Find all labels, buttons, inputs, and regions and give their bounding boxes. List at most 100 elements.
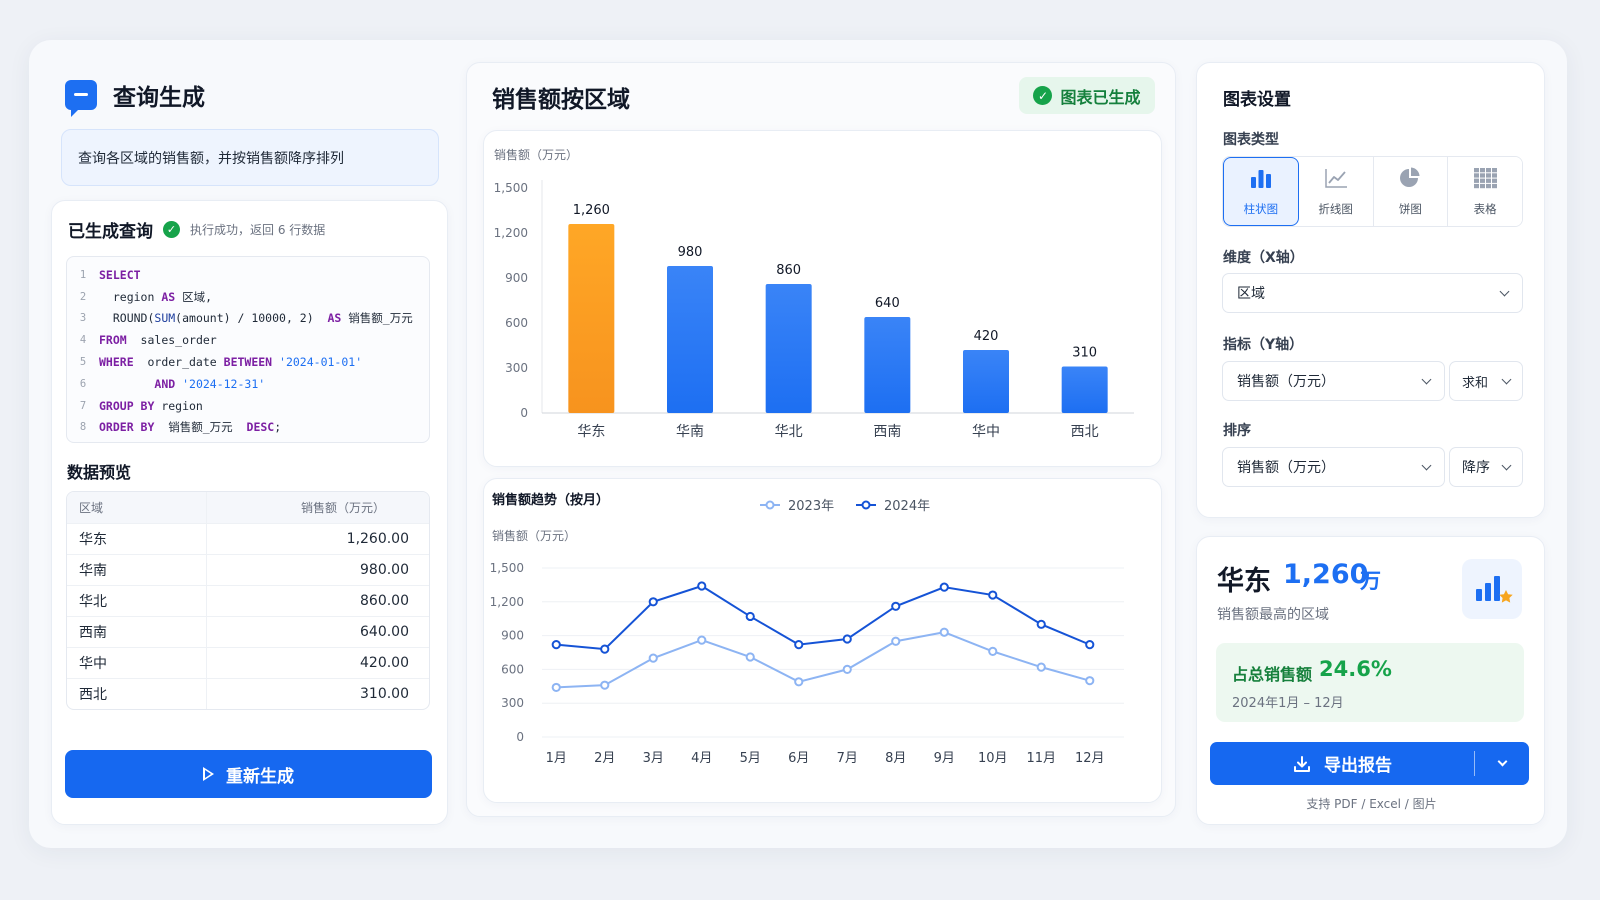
top-region-value: 1,260: [1283, 559, 1369, 590]
data-point-2024年: [697, 581, 707, 591]
table-header-region[interactable]: 区域: [67, 492, 207, 523]
x-tick-label: 2月: [594, 751, 615, 766]
sql-code-block[interactable]: 1 SELECT 2 region AS 区域, 3 ROUND(SUM (amount…: [66, 256, 430, 443]
data-point-2023年: [1036, 662, 1046, 672]
chart-type-label: 表格: [1473, 202, 1497, 216]
chevron-down-icon: [1421, 374, 1432, 384]
data-point-2023年: [842, 664, 852, 674]
data-point-2023年: [551, 682, 561, 693]
bar-chart-icon: [1248, 166, 1274, 193]
y-tick-label: 1,500: [494, 181, 528, 195]
bar-华东: [568, 224, 615, 413]
table-icon: [1472, 166, 1498, 193]
chart-type-table[interactable]: 表格: [1448, 157, 1522, 226]
sql-token: 销售额_万元: [154, 420, 247, 435]
regenerate-button[interactable]: 重新生成: [65, 750, 432, 798]
metric-select[interactable]: 销售额（万元）: [1222, 361, 1445, 401]
table-cell-sales: 1,260.00: [346, 531, 409, 547]
bar-华南: [667, 266, 713, 413]
legend-label: 2023年: [788, 499, 834, 514]
table-row[interactable]: 西北 310.00: [67, 678, 429, 709]
x-tick-label: 西北: [1071, 424, 1099, 440]
data-point-2023年: [1085, 676, 1095, 686]
x-tick-label: 华中: [972, 424, 1000, 440]
success-check-icon: ✓: [1033, 86, 1053, 105]
sql-line: 4 FROM sales_order: [67, 329, 429, 351]
generated-query-title: 已生成查询: [68, 222, 153, 242]
series-line-2024年: [556, 584, 1091, 651]
line-chart-card: 销售额趋势（按月） 销售额（万元） 2023年 2024年 0 300 600 900 1,20…: [483, 478, 1162, 803]
bar-chart[interactable]: 销售额（万元） 0 300 600 900 1,200 1,500 1,260 华东 980 华南 8…: [484, 131, 1163, 468]
y-tick-label: 0: [520, 406, 528, 420]
table-row[interactable]: 华中 420.00: [67, 647, 429, 678]
legend-marker-2023年: [765, 500, 775, 510]
sql-token: ;: [274, 420, 282, 435]
table-header-sales[interactable]: 销售额（万元）: [207, 499, 429, 516]
chevron-down-icon: [1501, 460, 1512, 470]
chart-settings-panel: 图表设置 图表类型 柱状图 折线图 饼图 表格 维度（X轴） 区域 指标（Y轴） 销售…: [1196, 62, 1545, 518]
x-tick-label: 11月: [1026, 751, 1056, 766]
data-point-2023年: [600, 680, 610, 690]
chart-generated-label: 图表已生成: [1060, 87, 1141, 107]
x-tick-label: 西南: [873, 424, 901, 440]
line-number: 2: [79, 290, 87, 303]
y-tick-label: 600: [501, 662, 524, 676]
data-preview-table: 区域 销售额（万元） 华东 1,260.00 华南 980.00 华北 860.00 西南 6…: [66, 491, 430, 710]
highlight-card: 华东 1,260 万 销售额最高的区域 占总销售额 24.6% 2024年1月 …: [1196, 536, 1545, 825]
table-cell-region: 华北: [67, 586, 207, 616]
sort-field-select[interactable]: 销售额（万元）: [1222, 447, 1445, 487]
success-check-icon: ✓: [163, 221, 180, 238]
line-chart[interactable]: 销售额趋势（按月） 销售额（万元） 2023年 2024年 0 300 600 900 1,20…: [484, 479, 1163, 804]
sort-field-value: 销售额（万元）: [1237, 460, 1335, 476]
x-tick-label: 4月: [691, 751, 712, 766]
x-tick-label: 8月: [885, 751, 906, 766]
table-cell-region: 华东: [67, 524, 207, 554]
table-cell-region: 华中: [67, 648, 207, 678]
table-cell-sales: 640.00: [360, 624, 409, 640]
sql-token: SUM: [154, 311, 176, 326]
y-tick-label: 1,500: [490, 561, 524, 575]
table-cell-region: 西北: [67, 679, 207, 709]
export-main-action[interactable]: 导出报告: [1210, 742, 1474, 785]
bar-value-label: 640: [875, 296, 900, 311]
chart-type-line-chart[interactable]: 折线图: [1298, 157, 1374, 226]
sql-token: FROM: [99, 333, 127, 348]
x-tick-label: 3月: [643, 751, 664, 766]
sort-order-select[interactable]: 降序: [1449, 447, 1523, 487]
chart-type-pie-chart[interactable]: 饼图: [1373, 157, 1449, 226]
export-report-button[interactable]: 导出报告: [1210, 742, 1529, 785]
chat-icon: [65, 80, 97, 117]
data-point-2024年: [1036, 619, 1046, 629]
download-icon: [1294, 755, 1310, 772]
x-tick-label: 9月: [934, 751, 955, 766]
table-cell-sales: 310.00: [360, 686, 409, 702]
chevron-down-icon: [1497, 756, 1507, 767]
sql-token: WHERE: [99, 355, 134, 370]
legend-label: 2024年: [884, 499, 930, 514]
table-row[interactable]: 华南 980.00: [67, 554, 429, 585]
data-point-2023年: [988, 646, 998, 656]
pie-chart-icon: [1397, 166, 1423, 193]
dimension-select[interactable]: 区域: [1222, 273, 1523, 313]
table-cell-region: 华南: [67, 555, 207, 585]
table-cell-sales: 420.00: [360, 655, 409, 671]
table-row[interactable]: 华北 860.00: [67, 585, 429, 616]
sql-token: AND: [154, 376, 176, 391]
data-point-2024年: [939, 582, 949, 592]
table-row[interactable]: 华东 1,260.00: [67, 523, 429, 554]
chart-type-bar-chart[interactable]: 柱状图: [1223, 157, 1299, 226]
share-label: 占总销售额: [1232, 665, 1313, 684]
sql-token: 区域,: [175, 289, 213, 304]
query-prompt-input[interactable]: 查询各区域的销售额，并按销售额降序排列: [61, 129, 439, 186]
table-row[interactable]: 西南 640.00: [67, 616, 429, 647]
sql-token: '2024-12-31': [175, 376, 266, 391]
chevron-down-icon: [1421, 460, 1432, 470]
sql-token: '2024-01-01': [272, 355, 363, 370]
bar-value-label: 860: [776, 263, 801, 278]
x-tick-label: 1月: [546, 751, 567, 766]
export-dropdown-toggle[interactable]: [1475, 742, 1529, 785]
line-number: 6: [79, 377, 87, 390]
aggregation-value: 求和: [1462, 375, 1489, 391]
aggregation-select[interactable]: 求和: [1449, 361, 1523, 401]
